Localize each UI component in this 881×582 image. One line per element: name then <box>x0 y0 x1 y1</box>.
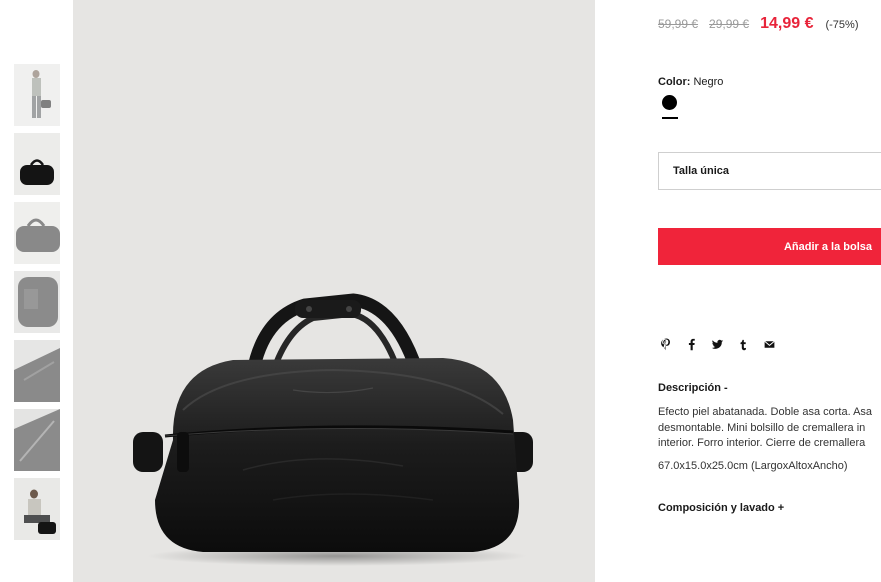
description-toggle[interactable]: Descripción - <box>658 382 728 394</box>
facebook-icon[interactable] <box>684 336 698 352</box>
previous-price: 29,99 € <box>709 17 750 31</box>
thumbnail-bag-front[interactable] <box>14 133 60 195</box>
product-dimensions: 67.0x15.0x25.0cm (LargoxAltoxAncho) <box>658 460 848 472</box>
description-text: Efecto piel abatanada. Doble asa corta. … <box>658 406 873 449</box>
twitter-icon[interactable] <box>710 336 724 352</box>
price-row: 59,99 € 29,99 € 14,99 € (-75%) <box>658 15 859 33</box>
original-price: 59,99 € <box>658 17 699 31</box>
tumblr-icon[interactable] <box>736 336 750 352</box>
color-value: Negro <box>693 76 724 88</box>
color-selector: Color: Negro <box>658 76 723 88</box>
duffel-bag-image <box>133 293 533 566</box>
pinterest-icon[interactable] <box>658 336 672 352</box>
add-to-bag-button[interactable]: Añadir a la bolsa <box>658 228 881 265</box>
size-select[interactable]: Talla única <box>658 152 881 190</box>
current-price: 14,99 € <box>760 15 814 32</box>
product-main-image[interactable] <box>73 0 595 582</box>
thumbnail-gallery <box>14 64 60 547</box>
color-swatch-negro[interactable] <box>662 95 677 110</box>
thumbnail-model-sitting[interactable] <box>14 478 60 540</box>
thumbnail-bag-detail-side[interactable] <box>14 271 60 333</box>
color-label: Color: <box>658 76 691 88</box>
selected-swatch-indicator <box>662 117 678 119</box>
thumbnail-bag-detail-top[interactable] <box>14 340 60 402</box>
thumbnail-model-standing[interactable] <box>14 64 60 126</box>
discount-badge: (-75%) <box>825 19 859 31</box>
email-icon[interactable] <box>762 336 776 352</box>
product-details-panel: 59,99 € 29,99 € 14,99 € (-75%) Color: Ne… <box>658 0 881 582</box>
thumbnail-bag-angle[interactable] <box>14 202 60 264</box>
composition-toggle[interactable]: Composición y lavado + <box>658 502 784 514</box>
thumbnail-bag-detail-zipper[interactable] <box>14 409 60 471</box>
add-to-bag-label: Añadir a la bolsa <box>783 240 872 253</box>
size-select-value: Talla única <box>673 165 730 177</box>
share-icons <box>658 336 788 352</box>
